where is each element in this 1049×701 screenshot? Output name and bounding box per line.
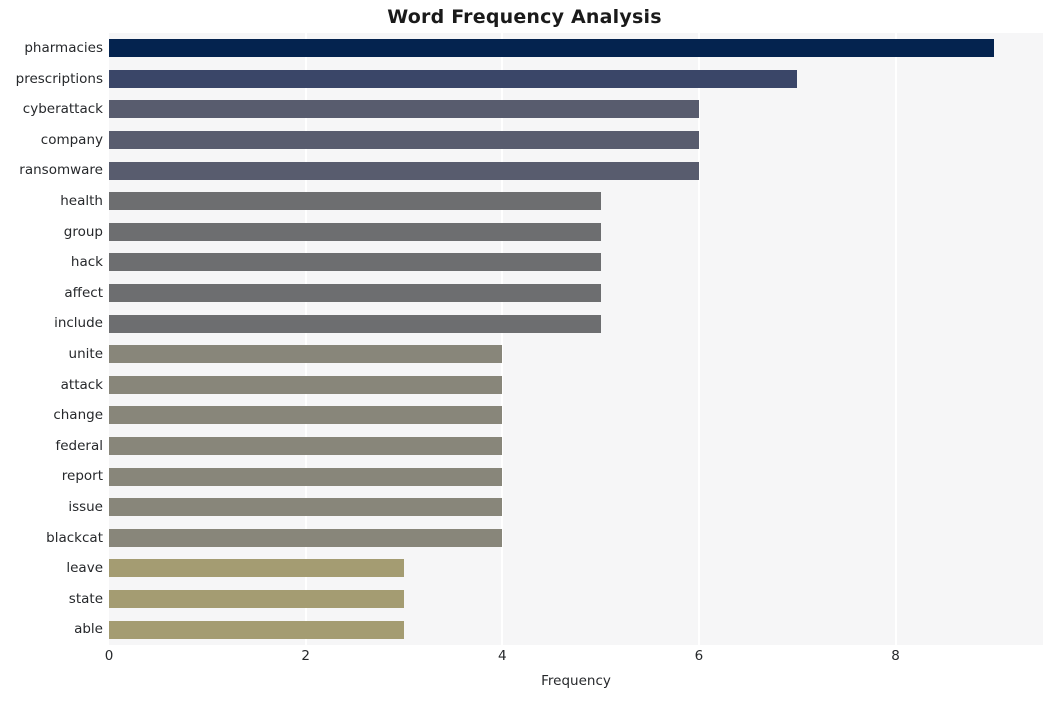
bar-health (109, 192, 601, 211)
bar-leave (109, 559, 404, 578)
bar-row (109, 186, 1043, 217)
y-tick-label-group: group (63, 223, 103, 240)
x-tick-label-8: 8 (891, 648, 900, 664)
y-tick-label-report: report (61, 468, 103, 485)
bar-row (109, 247, 1043, 278)
bar-able (109, 620, 404, 639)
bar-row (109, 155, 1043, 186)
y-tick-label-state: state (68, 590, 103, 607)
bar-cyberattack (109, 100, 699, 119)
x-tick-label-6: 6 (694, 648, 704, 664)
bar-attack (109, 375, 503, 394)
bar-row (109, 94, 1043, 125)
x-tick-label-0: 0 (104, 648, 114, 664)
bar-row (109, 461, 1043, 492)
bar-unite (109, 345, 503, 364)
bar-row (109, 523, 1043, 554)
bar-row (109, 584, 1043, 615)
bar-row (109, 278, 1043, 309)
bar-include (109, 314, 601, 333)
bar-pharmacies (109, 39, 994, 58)
y-tick-label-prescriptions: prescriptions (15, 70, 103, 87)
x-axis-label: Frequency (541, 673, 611, 689)
y-tick-label-unite: unite (68, 346, 103, 362)
bar-change (109, 406, 503, 425)
y-tick-label-affect: affect (64, 284, 103, 301)
x-tick-label-2: 2 (301, 648, 310, 664)
bar-state (109, 590, 404, 609)
bar-row (109, 217, 1043, 248)
y-tick-label-leave: leave (66, 560, 103, 577)
bar-group (109, 222, 601, 241)
bar-federal (109, 437, 503, 456)
bar-row (109, 370, 1043, 401)
page-title: Word Frequency Analysis (387, 6, 662, 28)
bar-row (109, 125, 1043, 156)
y-tick-label-change: change (53, 407, 103, 424)
y-tick-label-able: able (74, 621, 103, 638)
y-tick-label-blackcat: blackcat (46, 529, 103, 546)
y-tick-label-cyberattack: cyberattack (22, 101, 103, 118)
bar-prescriptions (109, 69, 798, 88)
bar-row (109, 64, 1043, 95)
bar-report (109, 467, 503, 486)
bar-row (109, 400, 1043, 431)
bar-row (109, 308, 1043, 339)
y-tick-label-pharmacies: pharmacies (24, 40, 103, 56)
bar-ransomware (109, 161, 699, 180)
bar-row (109, 431, 1043, 462)
bar-row (109, 339, 1043, 370)
x-tick-label-4: 4 (497, 648, 507, 664)
plot-area (109, 33, 1043, 645)
x-axis-tick-labels: 0 2 4 6 8 (0, 648, 1049, 670)
y-tick-label-ransomware: ransomware (19, 162, 103, 179)
bar-company (109, 131, 699, 150)
y-tick-label-health: health (60, 193, 103, 209)
y-axis-tick-labels: pharmacies prescriptions cyberattack compan… (0, 33, 103, 645)
y-tick-label-issue: issue (68, 499, 103, 515)
word-frequency-chart-figure: Word Frequency Analysis pharmacies prescr… (0, 0, 1049, 701)
bar-row (109, 614, 1043, 645)
bar-blackcat (109, 528, 503, 547)
bar-row (109, 553, 1043, 584)
y-tick-label-hack: hack (70, 254, 103, 271)
y-tick-label-company: company (40, 131, 103, 148)
y-tick-label-include: include (54, 315, 103, 332)
y-tick-label-attack: attack (60, 376, 103, 393)
bar-row (109, 33, 1043, 64)
bar-hack (109, 253, 601, 272)
bar-row (109, 492, 1043, 523)
y-tick-label-federal: federal (55, 437, 103, 454)
bar-issue (109, 498, 503, 517)
bar-affect (109, 284, 601, 303)
